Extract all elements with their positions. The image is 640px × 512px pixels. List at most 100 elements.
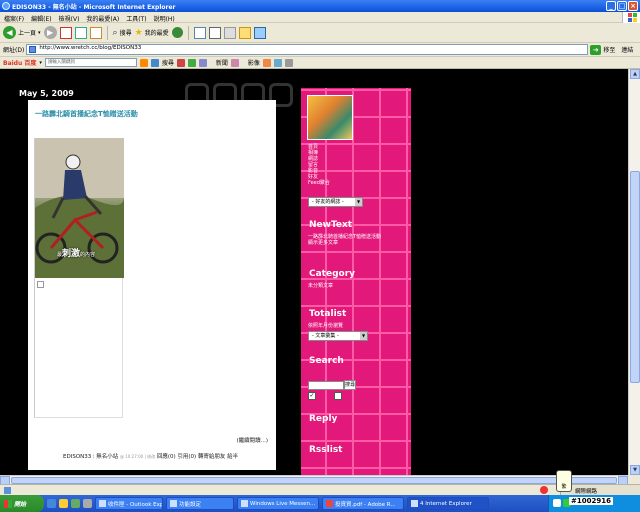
home-icon[interactable] xyxy=(89,26,102,39)
app-quicklaunch-icon[interactable] xyxy=(71,499,80,508)
task-label: 投資資.pdf - Adobe R... xyxy=(335,501,396,508)
menu-edit[interactable]: 編輯(E) xyxy=(31,14,51,23)
profile-link-feed[interactable]: Feed聚合 xyxy=(308,180,330,186)
baidu-search-button[interactable]: 搜尋 xyxy=(162,58,174,67)
search-checkbox[interactable] xyxy=(334,392,342,400)
category-item[interactable]: 未分類文章 xyxy=(308,283,333,289)
search-icon[interactable] xyxy=(150,58,159,67)
task-messenger[interactable]: Windows Live Messen... xyxy=(237,497,319,510)
tool-icon[interactable] xyxy=(262,58,271,67)
refresh-icon[interactable] xyxy=(74,26,87,39)
print-icon[interactable] xyxy=(208,26,221,39)
newtext-more-link[interactable]: 顯示更多文章 xyxy=(308,240,396,246)
address-url: http://www.wretch.cc/blog/EDISON33 xyxy=(39,45,142,51)
vertical-scroll-thumb[interactable] xyxy=(630,171,640,383)
menu-file[interactable]: 檔案(F) xyxy=(4,14,24,23)
menu-favorites[interactable]: 我的最愛(A) xyxy=(86,14,119,23)
task-internet-explorer[interactable]: 4 Internet Explorer xyxy=(407,497,489,510)
search-label: 搜尋 xyxy=(119,30,132,37)
post-author[interactable]: EDISON33 ∶ 無名小站 xyxy=(63,454,118,460)
tool-icon[interactable] xyxy=(176,58,185,67)
archive-select[interactable]: - 文章彙集 - ▼ xyxy=(308,331,368,341)
folder-icon[interactable] xyxy=(238,26,251,39)
start-button[interactable]: 開始 xyxy=(0,495,44,512)
system-tray: #1002916 xyxy=(548,495,640,512)
menu-help[interactable]: 說明(H) xyxy=(154,14,175,23)
baidu-images-button[interactable]: 影像 xyxy=(248,58,260,67)
newtext-heading: NewText xyxy=(309,220,353,230)
baidu-search-input[interactable]: 請輸入關鍵詞 xyxy=(44,58,137,67)
post-photo[interactable]: 最刺激的內容 xyxy=(35,138,124,278)
chevron-down-icon: ▼ xyxy=(360,332,367,340)
forward-button[interactable]: ▶ xyxy=(43,26,57,39)
separator xyxy=(106,25,108,40)
separator xyxy=(187,25,189,40)
photo-frame: 最刺激的內容 xyxy=(34,138,124,418)
horizontal-scrollbar[interactable] xyxy=(0,475,628,485)
star-icon: ★ xyxy=(134,27,143,38)
rss-icon[interactable] xyxy=(139,58,148,67)
task-label: 收件匣 - Outlook Exp... xyxy=(108,501,163,508)
menu-tools[interactable]: 工具(T) xyxy=(126,14,146,23)
tool-icon[interactable] xyxy=(273,58,282,67)
back-button[interactable]: ◀ 上一頁 ▾ xyxy=(3,26,41,39)
read-more-link[interactable]: (繼續閱讀...) xyxy=(236,436,268,444)
menu-view[interactable]: 檢視(V) xyxy=(59,14,80,23)
status-bar: 網際網路 xyxy=(0,484,640,496)
links-button[interactable]: 連結 xyxy=(621,45,633,54)
favorites-button[interactable]: ★ 我的最愛 xyxy=(135,28,169,38)
tray-tooltip: 繁 xyxy=(556,470,572,492)
page-viewport: May 5, 2009 一路霹北騎首播紀念T恤贈送活動 最刺激的內容 (繼續閱讀… xyxy=(0,69,628,475)
settings-icon[interactable] xyxy=(284,58,293,67)
messenger-icon[interactable] xyxy=(253,26,266,39)
category-heading: Category xyxy=(309,269,356,279)
post-actions[interactable]: 回應(0) 引用(0) 轉寄給朋友 給半 xyxy=(157,454,238,460)
app-icon xyxy=(170,500,177,507)
baidu-news-button[interactable]: 新聞 xyxy=(216,58,228,67)
sidebar-search-input[interactable] xyxy=(308,381,344,390)
search-heading: Search xyxy=(309,356,344,366)
watermark-badge: #1002916 xyxy=(569,497,613,505)
tool-icon[interactable] xyxy=(198,58,207,67)
address-label: 網址(D) xyxy=(3,47,25,54)
maximize-button[interactable]: □ xyxy=(617,1,627,11)
tool-icon[interactable] xyxy=(230,58,239,67)
stop-icon[interactable] xyxy=(59,26,72,39)
tool-icon[interactable] xyxy=(187,58,196,67)
totalist-heading: Totalist xyxy=(309,309,347,319)
friends-blog-select[interactable]: - 好友的網誌 - ▼ xyxy=(308,197,363,207)
search-button[interactable]: ⌕ 搜尋 xyxy=(113,28,132,38)
popup-blocked-icon xyxy=(540,486,548,494)
task-adobe-reader[interactable]: 投資資.pdf - Adobe R... xyxy=(322,497,404,510)
menu-bar: 檔案(F) 編輯(E) 檢視(V) 我的最愛(A) 工具(T) 說明(H) xyxy=(0,12,640,23)
scroll-down-icon[interactable]: ▼ xyxy=(630,465,640,475)
ie-quicklaunch-icon[interactable] xyxy=(47,499,56,508)
rsslist-heading: Rsslist xyxy=(309,445,343,455)
scroll-up-icon[interactable]: ▲ xyxy=(630,69,640,79)
search-checkbox[interactable]: ✓ xyxy=(308,392,316,400)
folder-quicklaunch-icon[interactable] xyxy=(59,499,68,508)
go-button[interactable]: ➔ 移至 xyxy=(590,44,615,55)
address-input[interactable]: http://www.wretch.cc/blog/EDISON33 xyxy=(26,44,589,55)
close-button[interactable]: × xyxy=(628,1,638,11)
horizontal-scroll-thumb[interactable] xyxy=(11,477,617,484)
mail-icon[interactable] xyxy=(193,26,206,39)
app-quicklaunch-icon[interactable] xyxy=(83,499,92,508)
task-label: 功能設定 xyxy=(179,501,202,508)
chevron-down-icon: ▾ xyxy=(38,29,41,36)
window-title: EDISON33 - 無名小站 - Microsoft Internet Exp… xyxy=(12,4,176,11)
address-bar: 網址(D) http://www.wretch.cc/blog/EDISON33… xyxy=(0,43,640,57)
post-title[interactable]: 一路霹北騎首播紀念T恤贈送活動 xyxy=(35,109,138,119)
newtext-list: 一路霹北騎首播紀念T恤贈送活動 顯示更多文章 xyxy=(308,234,396,246)
history-icon[interactable] xyxy=(171,27,183,38)
profile-links: 首頁 相簿 網誌 留言 影音 好友 Feed聚合 xyxy=(308,144,330,186)
edit-icon[interactable] xyxy=(223,26,236,39)
minimize-button[interactable]: _ xyxy=(606,1,616,11)
sidebar-search-button[interactable]: 搜尋 xyxy=(344,380,356,390)
task-label: 4 Internet Explorer xyxy=(420,500,472,507)
tray-icon[interactable] xyxy=(553,499,561,507)
task-outlook[interactable]: 收件匣 - Outlook Exp... xyxy=(95,497,163,510)
avatar[interactable] xyxy=(307,95,353,140)
task-settings[interactable]: 功能設定 xyxy=(166,497,234,510)
vertical-scrollbar[interactable]: ▲ ▼ xyxy=(628,69,640,475)
